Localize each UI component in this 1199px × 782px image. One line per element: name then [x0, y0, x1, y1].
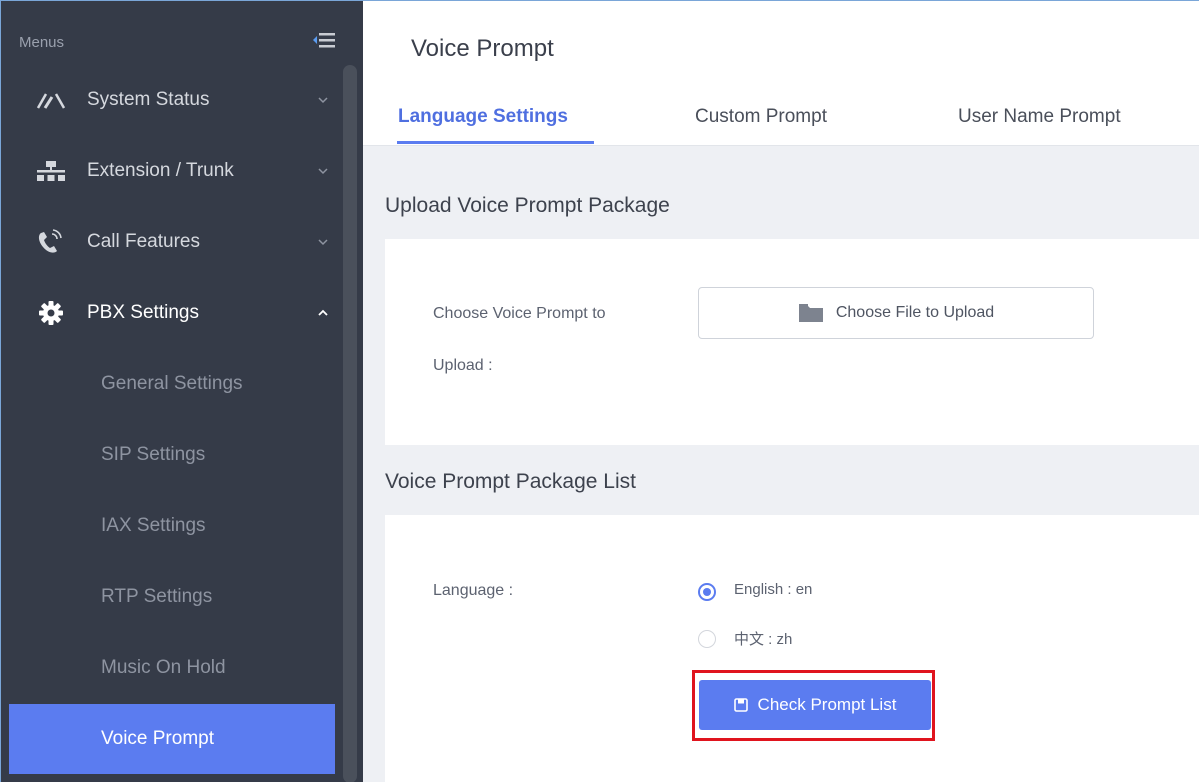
page-header: Voice Prompt Language Settings Custom Pr… [363, 1, 1199, 146]
chevron-down-icon [318, 239, 328, 246]
sidebar-subitem-general-settings[interactable]: General Settings [1, 349, 343, 419]
upload-card [385, 239, 1199, 445]
sidebar-subitem-sip-settings[interactable]: SIP Settings [1, 420, 343, 490]
main-content: Voice Prompt Language Settings Custom Pr… [363, 1, 1199, 782]
sidebar-subitem-voice-prompt[interactable]: Voice Prompt [9, 704, 335, 774]
sidebar-subitem-label: SIP Settings [101, 444, 206, 465]
sidebar-subitem-label: General Settings [101, 373, 243, 394]
network-icon [35, 158, 67, 184]
sidebar-item-label: System Status [87, 89, 210, 110]
tab-custom-prompt[interactable]: Custom Prompt [695, 106, 827, 128]
phone-icon [35, 229, 67, 255]
highlight-box [692, 670, 935, 741]
chevron-down-icon [318, 168, 328, 175]
tab-language-settings[interactable]: Language Settings [398, 106, 568, 128]
sidebar-item-system-status[interactable]: System Status [1, 65, 343, 135]
sidebar-subitem-rtp-settings[interactable]: RTP Settings [1, 562, 343, 632]
sidebar-subitem-label: RTP Settings [101, 586, 213, 607]
sidebar: Menus System Status Extension / Trunk Ca… [1, 1, 363, 782]
list-section-title: Voice Prompt Package List [385, 470, 636, 493]
sidebar-scrollbar[interactable] [343, 65, 357, 782]
sidebar-item-call-features[interactable]: Call Features [1, 207, 343, 277]
sidebar-item-pbx-settings[interactable]: PBX Settings [1, 278, 343, 348]
radio-chinese-label: 中文 : zh [734, 631, 793, 648]
folder-icon [798, 304, 823, 322]
sidebar-subitem-iax-settings[interactable]: IAX Settings [1, 491, 343, 561]
choose-file-button-label: Choose File to Upload [835, 304, 995, 321]
sidebar-item-label: PBX Settings [87, 302, 199, 323]
choose-voice-prompt-label-line1: Choose Voice Prompt to [433, 305, 606, 322]
radio-english[interactable] [698, 583, 716, 601]
tab-user-name-prompt[interactable]: User Name Prompt [958, 106, 1121, 128]
gauge-icon [35, 87, 67, 113]
sidebar-subitem-music-on-hold[interactable]: Music On Hold [1, 633, 343, 703]
page-title: Voice Prompt [411, 35, 554, 62]
active-tab-indicator [397, 141, 594, 144]
radio-english-label: English : en [734, 581, 813, 598]
choose-voice-prompt-label-line2: Upload : [433, 357, 493, 374]
collapse-menu-icon[interactable] [313, 31, 335, 49]
sidebar-subitem-label: Music On Hold [101, 657, 226, 678]
chevron-up-icon [318, 309, 328, 316]
sidebar-item-label: Extension / Trunk [87, 160, 234, 181]
chevron-down-icon [318, 97, 328, 104]
choose-file-button[interactable]: Choose File to Upload [698, 287, 1094, 339]
sidebar-header: Menus [1, 1, 363, 61]
sidebar-item-label: Call Features [87, 231, 200, 252]
menus-label: Menus [19, 34, 65, 51]
language-label: Language : [433, 582, 514, 599]
gear-icon [35, 300, 67, 326]
sidebar-subitem-label: Voice Prompt [101, 728, 214, 749]
upload-section-title: Upload Voice Prompt Package [385, 194, 670, 217]
sidebar-subitem-label: IAX Settings [101, 515, 206, 536]
sidebar-item-extension-trunk[interactable]: Extension / Trunk [1, 136, 343, 206]
radio-chinese[interactable] [698, 630, 716, 648]
